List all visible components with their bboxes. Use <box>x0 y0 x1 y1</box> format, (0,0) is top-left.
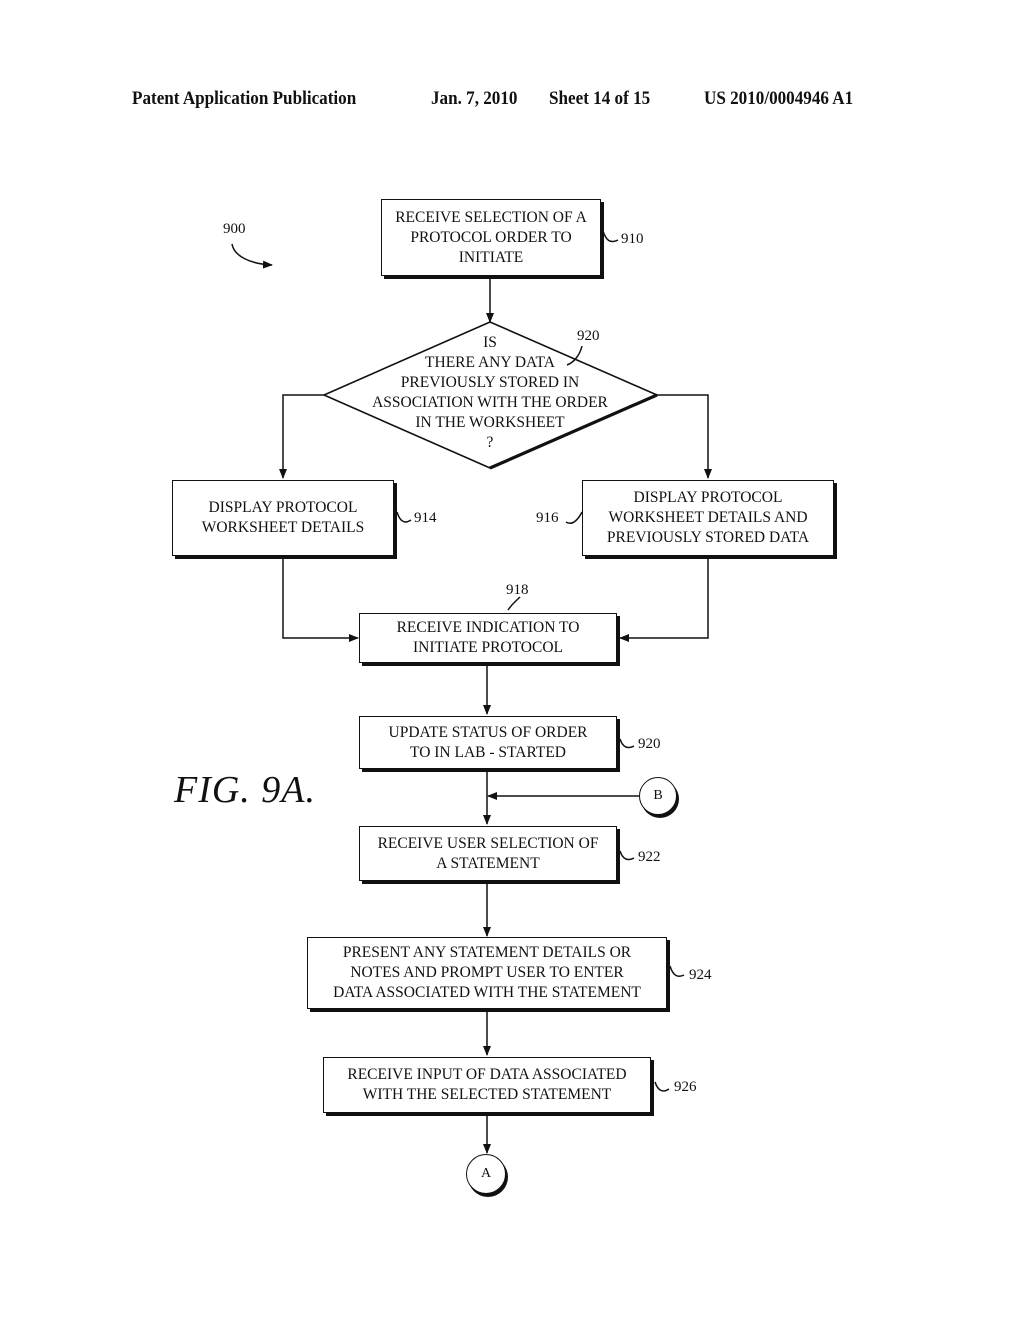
ref-926: 926 <box>674 1079 697 1095</box>
arrow-decision-to-916 <box>657 394 712 479</box>
ref-900-pointer <box>231 243 273 269</box>
arrow-914-to-918 <box>282 556 359 642</box>
step-916-box: DISPLAY PROTOCOL WORKSHEET DETAILS AND P… <box>582 480 834 556</box>
ref-920: 920 <box>638 736 661 752</box>
step-914-box: DISPLAY PROTOCOL WORKSHEET DETAILS <box>172 480 394 556</box>
step-920-box: UPDATE STATUS OF ORDER TO IN LAB - START… <box>359 716 617 769</box>
arrow-916-to-918 <box>619 556 709 642</box>
ref-918: 918 <box>506 582 529 598</box>
step-922-box: RECEIVE USER SELECTION OF A STATEMENT <box>359 826 617 881</box>
ref-922: 922 <box>638 849 661 865</box>
connector-a: A <box>466 1154 506 1194</box>
ref-914: 914 <box>414 510 437 526</box>
step-910-box: RECEIVE SELECTION OF A PROTOCOL ORDER TO… <box>381 199 601 276</box>
connector-b: B <box>639 777 677 815</box>
ref-924: 924 <box>689 967 712 983</box>
step-918-box: RECEIVE INDICATION TO INITIATE PROTOCOL <box>359 613 617 663</box>
ref-920-decision: 920 <box>577 328 600 344</box>
step-924-box: PRESENT ANY STATEMENT DETAILS OR NOTES A… <box>307 937 667 1009</box>
ref-916: 916 <box>536 510 559 526</box>
step-926-box: RECEIVE INPUT OF DATA ASSOCIATED WITH TH… <box>323 1057 651 1113</box>
decision-920-text: IS THERE ANY DATA PREVIOUSLY STORED IN A… <box>372 334 608 451</box>
ref-910: 910 <box>621 231 644 247</box>
arrow-decision-to-914 <box>279 394 324 479</box>
ref-900: 900 <box>223 221 246 237</box>
figure-label: FIG. 9A. <box>174 769 317 811</box>
